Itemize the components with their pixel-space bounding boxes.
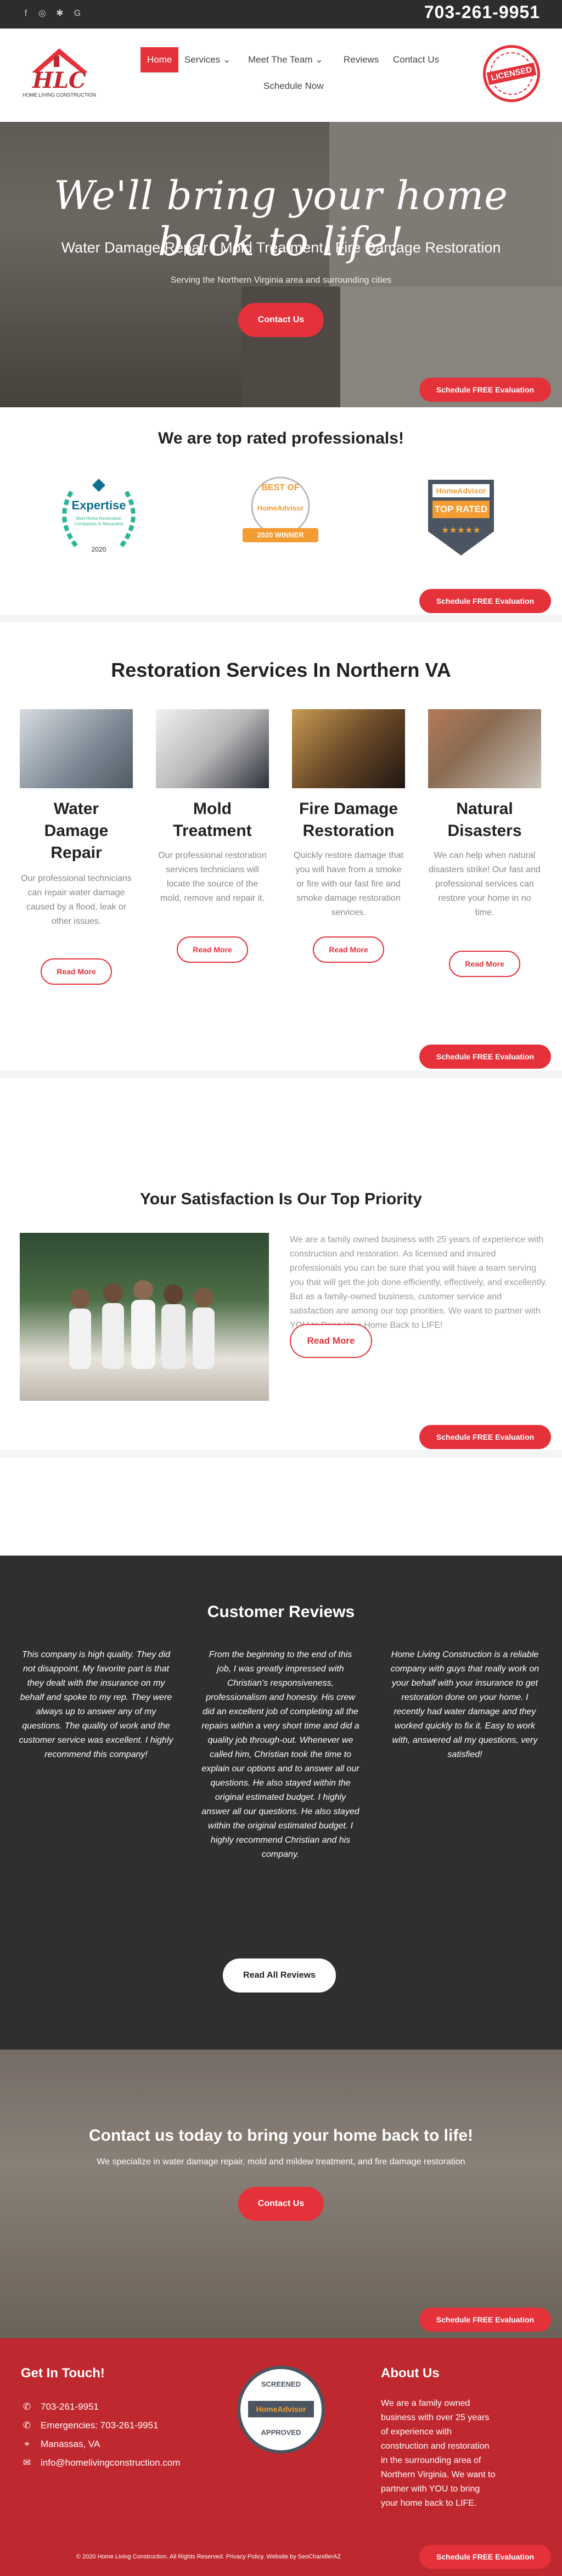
badge-brand: HomeAdvisor xyxy=(248,2401,314,2417)
contact-us-button[interactable]: Contact Us xyxy=(238,2187,324,2221)
chevron-down-icon: ⌄ xyxy=(222,54,231,65)
nav-schedule-now[interactable]: Schedule Now xyxy=(257,74,330,99)
hero-subtitle: Water Damage Repair | Mold Treatment | F… xyxy=(61,239,501,256)
nav-services[interactable]: Services ⌄ xyxy=(178,47,237,72)
expertise-badge: Expertise Best Home Restoration Companie… xyxy=(49,475,148,563)
nav-meet-the-team[interactable]: Meet The Team ⌄ xyxy=(241,47,329,72)
read-all-reviews-button[interactable]: Read All Reviews xyxy=(223,1958,336,1993)
mail-icon: ✉ xyxy=(23,2457,31,2468)
mold-image xyxy=(156,709,269,788)
expertise-year: 2020 xyxy=(91,546,106,553)
top-bar: f ◎ ✱ G 703-261-9951 xyxy=(0,0,562,29)
top-rated-brand: HomeAdvisor xyxy=(436,486,486,495)
fire-damage-image xyxy=(292,709,405,788)
service-desc: Quickly restore damage that you will hav… xyxy=(293,851,404,917)
footer-location: ⌖ Manassas, VA xyxy=(21,2437,100,2451)
star-rating-icon: ★★★★★ xyxy=(441,526,481,535)
natural-disaster-read-more-button[interactable]: Read More xyxy=(449,951,520,977)
instagram-icon[interactable]: ◎ xyxy=(36,8,48,20)
service-desc: We can help when natural disasters strik… xyxy=(429,851,541,917)
nav-team-label: Meet The Team xyxy=(248,54,313,65)
schedule-evaluation-button[interactable]: Schedule FREE Evaluation xyxy=(419,378,551,402)
footer-email-text: info@homelivingconstruction.com xyxy=(41,2457,181,2468)
service-title: Mold Treatment xyxy=(173,800,252,840)
water-damage-read-more-button[interactable]: Read More xyxy=(41,958,112,985)
copyright-text: © 2020 Home Living Construction. All Rig… xyxy=(76,2553,341,2560)
yelp-icon[interactable]: ✱ xyxy=(54,8,66,20)
about-us-heading: About Us xyxy=(381,2366,440,2381)
best-of-badge: BEST OF HomeAdvisor 2020 WINNER xyxy=(239,473,322,550)
about-heading: Your Satisfaction Is Our Top Priority xyxy=(140,1190,422,1208)
footer-emergency[interactable]: ✆ Emergencies: 703-261-9951 xyxy=(21,2418,159,2433)
natural-disaster-image xyxy=(428,709,541,788)
svg-text:HLC: HLC xyxy=(32,68,86,93)
phone-icon: ✆ xyxy=(23,2420,31,2431)
schedule-evaluation-button[interactable]: Schedule FREE Evaluation xyxy=(419,2545,551,2569)
reviews-section: Customer Reviews This company is high qu… xyxy=(0,1556,562,2050)
site-logo[interactable]: HLC HOME LIVING CONSTRUCTION xyxy=(21,44,98,99)
licensed-seal: LICENSED xyxy=(483,45,540,102)
about-text: We are a family owned business with 25 y… xyxy=(290,1235,548,1330)
svg-text:HOME LIVING CONSTRUCTION: HOME LIVING CONSTRUCTION xyxy=(23,92,96,98)
google-icon[interactable]: G xyxy=(71,8,83,20)
hero-contact-button[interactable]: Contact Us xyxy=(238,303,324,337)
footer-email[interactable]: ✉ info@homelivingconstruction.com xyxy=(21,2456,181,2470)
nav-reviews[interactable]: Reviews xyxy=(337,47,385,72)
nav-services-label: Services xyxy=(184,54,221,65)
footer-phone-text: 703-261-9951 xyxy=(41,2401,99,2412)
hero-service-area: Serving the Northern Virginia area and s… xyxy=(170,276,392,285)
section-divider xyxy=(0,615,562,622)
badge-top: SCREENED xyxy=(261,2380,301,2388)
water-damage-image xyxy=(20,709,133,788)
get-in-touch-heading: Get In Touch! xyxy=(21,2366,105,2381)
header-phone[interactable]: 703-261-9951 xyxy=(424,2,540,23)
top-rated-heading: We are top rated professionals! xyxy=(158,429,404,447)
schedule-evaluation-button[interactable]: Schedule FREE Evaluation xyxy=(419,589,551,613)
footer-emergency-text: Emergencies: 703-261-9951 xyxy=(41,2420,159,2431)
hero-overlay xyxy=(0,122,562,407)
fire-damage-read-more-button[interactable]: Read More xyxy=(313,936,384,963)
hero-section: We'll bring your home back to life! Wate… xyxy=(0,122,562,407)
footer-location-text: Manassas, VA xyxy=(41,2439,100,2449)
section-divider xyxy=(0,1070,562,1078)
badge-bottom: APPROVED xyxy=(261,2428,301,2437)
best-of-brand: HomeAdvisor xyxy=(257,504,304,512)
reviews-heading: Customer Reviews xyxy=(207,1603,355,1621)
expertise-title: Expertise xyxy=(71,498,126,512)
mold-read-more-button[interactable]: Read More xyxy=(177,936,248,963)
nav-home[interactable]: Home xyxy=(140,47,179,72)
contact-heading: Contact us today to bring your home back… xyxy=(88,2126,474,2145)
review-text: From the beginning to the end of this jo… xyxy=(201,1650,359,1859)
contact-section: Contact us today to bring your home back… xyxy=(0,2050,562,2338)
schedule-evaluation-button[interactable]: Schedule FREE Evaluation xyxy=(419,1045,551,1069)
schedule-evaluation-button[interactable]: Schedule FREE Evaluation xyxy=(419,2308,551,2332)
top-rated-label: TOP RATED xyxy=(434,504,488,514)
expertise-sub: Best Home Restoration Companies in Alexa… xyxy=(74,516,123,526)
service-desc: Our professional restoration services te… xyxy=(158,851,267,903)
phone-icon: ✆ xyxy=(23,2401,31,2412)
services-heading: Restoration Services In Northern VA xyxy=(111,659,451,681)
service-title: Water Damage Repair xyxy=(44,800,109,862)
best-of-top: BEST OF xyxy=(261,483,300,492)
schedule-evaluation-button[interactable]: Schedule FREE Evaluation xyxy=(419,1425,551,1449)
contact-subtitle: We specialize in water damage repair, mo… xyxy=(97,2157,465,2167)
service-desc: Our professional technicians can repair … xyxy=(21,874,132,926)
footer-phone[interactable]: ✆ 703-261-9951 xyxy=(21,2400,99,2414)
chevron-down-icon: ⌄ xyxy=(315,54,323,65)
about-read-more-button[interactable]: Read More xyxy=(290,1324,372,1358)
top-rated-badge: HomeAdvisor TOP RATED ★★★★★ xyxy=(425,476,497,559)
review-text: Home Living Construction is a reliable c… xyxy=(390,1650,539,1759)
best-of-bottom: 2020 WINNER xyxy=(257,531,304,539)
map-pin-icon: ⌖ xyxy=(24,2439,30,2449)
service-title: Natural Disasters xyxy=(447,800,522,840)
family-photo xyxy=(20,1233,269,1401)
section-divider xyxy=(0,1450,562,1458)
review-text: This company is high quality. They did n… xyxy=(19,1650,173,1759)
seal-text: LICENSED xyxy=(486,62,537,85)
facebook-icon[interactable]: f xyxy=(20,8,32,20)
footer-about-text: We are a family owned business with over… xyxy=(381,2399,496,2508)
service-title: Fire Damage Restoration xyxy=(299,800,398,840)
nav-contact-us[interactable]: Contact Us xyxy=(386,47,446,72)
screened-approved-badge: SCREENED HomeAdvisor APPROVED xyxy=(237,2366,325,2454)
